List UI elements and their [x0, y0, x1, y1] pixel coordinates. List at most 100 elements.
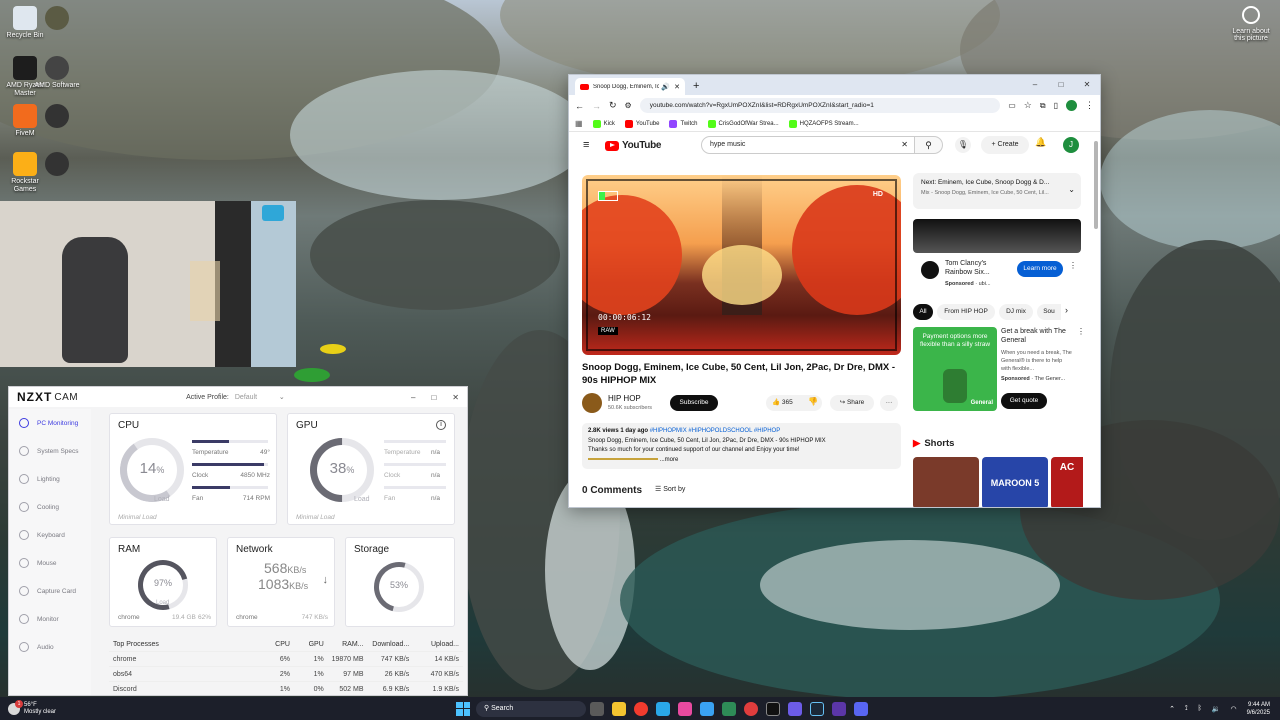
col-header-ram[interactable]: RAM... — [324, 641, 363, 648]
more-icon[interactable]: ⋮ — [1077, 327, 1085, 336]
learn-about-picture[interactable]: Learn about this picture — [1228, 6, 1274, 42]
youtube-logo[interactable]: YouTube — [605, 140, 662, 151]
chip-all[interactable]: All — [913, 304, 933, 320]
new-tab-button[interactable]: + — [693, 77, 699, 95]
sidebar-item-keyboard[interactable]: Keyboard — [9, 521, 91, 549]
minimize-button[interactable]: – — [411, 393, 415, 402]
up-next-panel[interactable]: Next: Eminem, Ice Cube, Snoop Dogg & D..… — [913, 173, 1081, 209]
photos-icon[interactable] — [700, 701, 714, 716]
discord-icon[interactable] — [854, 701, 868, 716]
ad-banner[interactable] — [913, 219, 1081, 253]
reload-icon[interactable]: ↻ — [609, 100, 617, 111]
channel-avatar[interactable] — [582, 393, 602, 413]
sort-by-button[interactable]: ☰ Sort by — [655, 485, 685, 493]
bookmark-youtube[interactable]: YouTube — [624, 119, 659, 128]
sidebar-item-audio[interactable]: Audio — [9, 633, 91, 661]
bluetooth-icon[interactable]: ᛒ — [1198, 705, 1202, 712]
bookmark-twitch[interactable]: Twitch — [669, 119, 698, 128]
ad-rainbow-six[interactable]: Tom Clancy's Rainbow Six... Sponsored · … — [913, 253, 1081, 299]
forward-icon[interactable]: → — [592, 101, 601, 111]
bookmark-star-icon[interactable]: ☆ — [1024, 100, 1032, 111]
bookmark-hqzaofps[interactable]: HQZAOFPS Stream... — [788, 119, 859, 128]
desktop-icon[interactable]: AMD Software — [34, 56, 80, 90]
info-icon[interactable]: i — [436, 420, 446, 430]
search-input[interactable]: hype music ✕ — [701, 136, 915, 154]
epic-games-icon[interactable] — [766, 701, 780, 716]
app-icon[interactable] — [744, 701, 758, 716]
close-button[interactable]: ✕ — [452, 393, 459, 402]
more-actions-button[interactable]: ··· — [880, 395, 898, 411]
chevron-down-icon[interactable]: ⌄ — [279, 393, 285, 401]
close-button[interactable]: ✕ — [1074, 75, 1100, 95]
menu-icon[interactable]: ⋮ — [1085, 100, 1094, 111]
profile-avatar[interactable] — [1066, 100, 1077, 111]
wifi-icon[interactable]: ◠ — [1231, 705, 1237, 713]
col-header-download[interactable]: Download... — [364, 641, 414, 648]
desktop-icon[interactable] — [34, 6, 80, 32]
ram-card[interactable]: RAM 97% Load chrome 19.4 GB 62% — [109, 537, 217, 627]
search-button[interactable]: ⚲ — [915, 136, 943, 154]
tab-youtube-video[interactable]: Snoop Dogg, Eminem, Ice C 🔊 ✕ — [575, 78, 685, 95]
task-view-icon[interactable] — [590, 701, 604, 716]
bookmark-crisgodofwar[interactable]: CrisGodOfWar Strea... — [707, 119, 779, 128]
hamburger-menu-icon[interactable]: ≡ — [583, 139, 589, 151]
create-button[interactable]: + Create — [981, 136, 1029, 154]
scrollbar-thumb[interactable] — [1094, 141, 1098, 229]
sidebar-item-cooling[interactable]: Cooling — [9, 493, 91, 521]
maximize-button[interactable]: □ — [1048, 75, 1074, 95]
show-more-link[interactable]: ...more — [660, 457, 679, 463]
more-icon[interactable]: ⋮ — [1069, 261, 1077, 270]
thumbs-down-icon[interactable]: 👎 — [808, 397, 818, 406]
speaker-icon[interactable]: 🔊 — [661, 83, 670, 91]
chevron-right-icon[interactable]: › — [1065, 305, 1068, 315]
network-card[interactable]: Network 568KB/s 1083KB/s ↓ chrome 747 KB… — [227, 537, 335, 627]
chevron-up-icon[interactable]: ⌃ — [1169, 705, 1175, 713]
sidepanel-icon[interactable]: ▯ — [1054, 101, 1058, 110]
short-thumbnail[interactable] — [913, 457, 979, 507]
desktop-icon[interactable] — [34, 152, 80, 178]
sidebar-item-system-specs[interactable]: System Specs — [9, 437, 91, 465]
channel-name[interactable]: HIP HOP — [608, 394, 641, 403]
desktop-icon[interactable] — [34, 104, 80, 130]
chevron-down-icon[interactable]: ⌄ — [1068, 185, 1075, 194]
sidebar-item-lighting[interactable]: Lighting — [9, 465, 91, 493]
sidebar-item-mouse[interactable]: Mouse — [9, 549, 91, 577]
volume-icon[interactable]: 🔉 — [1212, 705, 1221, 713]
chip-sou[interactable]: Sou — [1037, 304, 1061, 320]
bookmark-kick[interactable]: Kick — [592, 119, 615, 128]
steam-icon[interactable] — [810, 701, 824, 716]
account-avatar[interactable]: J — [1063, 137, 1079, 153]
ad-the-general[interactable]: Payment options more flexible than a sil… — [913, 327, 1085, 413]
short-thumbnail[interactable]: MAROON 5 — [982, 457, 1048, 507]
site-info-icon[interactable]: ⚙ — [625, 101, 632, 110]
hashtags[interactable]: #HIPHOPMIX #HIPHOPOLDSCHOOL #HIPHOP — [650, 428, 780, 434]
network-icon[interactable]: ⟟ — [1185, 705, 1188, 713]
back-icon[interactable]: ← — [575, 101, 584, 111]
chip-from-hip-hop[interactable]: From HIP HOP — [937, 304, 995, 320]
cpu-card[interactable]: CPU 14% Load Temperature 49° Clock 4850 … — [109, 413, 277, 525]
edge-icon[interactable] — [656, 701, 670, 716]
learn-more-button[interactable]: Learn more — [1017, 261, 1063, 277]
file-explorer-icon[interactable] — [612, 701, 626, 716]
apps-grid-icon[interactable]: ▦ — [575, 119, 583, 128]
xbox-icon[interactable] — [722, 701, 736, 716]
page-scrollbar[interactable] — [1094, 139, 1098, 505]
clock[interactable]: 9:44 AM 9/6/2025 — [1247, 701, 1270, 717]
address-bar[interactable]: youtube.com/watch?v=RgxUmPOXZnI&list=RDR… — [639, 98, 1001, 113]
clear-search-icon[interactable]: ✕ — [901, 137, 908, 153]
subscribe-button[interactable]: Subscribe — [670, 395, 718, 411]
gpu-card[interactable]: GPU i 38% Load Temperature n/a Clock n/a… — [287, 413, 455, 525]
taskbar-search[interactable]: ⚲ Search — [476, 700, 586, 717]
app-icon[interactable] — [788, 701, 802, 716]
sidebar-item-pc-monitoring[interactable]: PC Monitoring — [9, 409, 91, 437]
extensions-icon[interactable]: ⧉ — [1040, 101, 1046, 111]
sidebar-item-monitor[interactable]: Monitor — [9, 605, 91, 633]
description-box[interactable]: 2.8K views 1 day ago #HIPHOPMIX #HIPHOPO… — [582, 423, 901, 469]
nzxt-cam-icon[interactable] — [832, 701, 846, 716]
col-header-upload[interactable]: Upload... — [413, 641, 463, 648]
weather-widget[interactable]: 1 56°F Mostly clear — [0, 699, 220, 716]
maximize-button[interactable]: □ — [431, 393, 436, 402]
video-player[interactable]: HD 00:00:06:12 RAW — [582, 175, 901, 355]
col-header-cpu[interactable]: CPU — [256, 641, 290, 648]
short-thumbnail[interactable]: AC — [1051, 457, 1083, 507]
